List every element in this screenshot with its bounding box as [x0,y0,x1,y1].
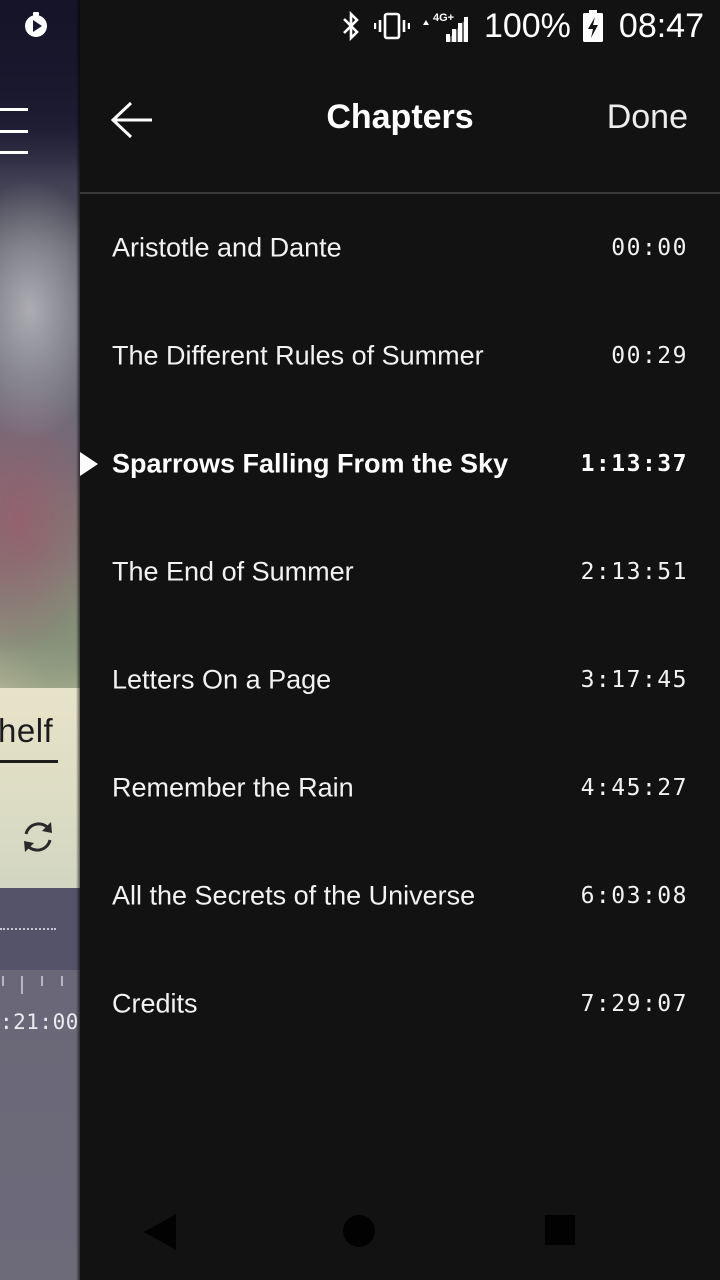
chapter-start-time: 3:17:45 [580,667,688,693]
shelf-tab-underline [0,760,58,763]
timeline-tick [61,976,63,986]
chapter-title: Remember the Rain [112,772,354,803]
status-clock: 08:47 [618,6,704,45]
chapter-title: All the Secrets of the Universe [112,880,476,911]
chapter-row[interactable]: Remember the Rain 4:45:27 [80,734,720,842]
done-button[interactable]: Done [607,98,688,137]
bluetooth-icon [343,11,359,41]
status-bar: 4G+ 100% 08:47 [80,0,720,52]
chapter-title: Credits [112,988,198,1019]
chapter-row[interactable]: Letters On a Page 3:17:45 [80,626,720,734]
chapter-row[interactable]: Aristotle and Dante 00:00 [80,194,720,302]
nav-home-icon[interactable] [342,1214,376,1248]
sync-icon[interactable] [20,818,56,856]
chapters-panel: Chapters Done Aristotle and Dante 00:00 Th… [80,52,720,1280]
timeline-time-readout: :21:00 [0,1010,79,1034]
vibrate-icon [373,12,410,40]
status-bar-right: 4G+ 100% 08:47 [340,0,704,52]
chapter-start-time: 00:00 [611,235,688,261]
chapter-title: Letters On a Page [112,664,332,695]
chapter-list: Aristotle and Dante 00:00 The Different Ru… [80,194,720,1058]
menu-icon[interactable] [0,108,28,156]
timeline-tick [21,976,23,994]
chapter-row[interactable]: Credits 7:29:07 [80,950,720,1058]
chapter-start-time: 00:29 [611,343,688,369]
chapter-start-time: 4:45:27 [580,775,688,801]
progress-dotted-line [0,928,56,930]
battery-charging-icon [582,10,603,42]
screen: helf :21:00 4G+ 100% 08:47 Chapters Done… [0,0,720,1280]
chapters-header: Chapters Done [80,52,720,192]
battery-percent: 100% [483,6,571,45]
chapter-row[interactable]: All the Secrets of the Universe 6:03:08 [80,842,720,950]
now-playing-icon [80,452,98,476]
system-nav-bar [80,1184,720,1280]
timeline-tick [2,976,4,986]
cellular-signal-icon: 4G+ [422,12,468,42]
timeline-tick [41,976,43,986]
chapter-title: Sparrows Falling From the Sky [112,448,509,479]
chapter-title: The Different Rules of Summer [112,340,484,371]
chapter-title: Aristotle and Dante [112,232,342,263]
app-notification-icon [25,12,47,37]
chapter-start-time: 2:13:51 [580,559,688,585]
nav-back-icon[interactable] [142,1214,178,1250]
network-type-label: 4G+ [433,12,454,24]
chapter-title: The End of Summer [112,556,354,587]
chapter-row[interactable]: The End of Summer 2:13:51 [80,518,720,626]
chapter-start-time: 1:13:37 [580,451,688,477]
chapter-row[interactable]: The Different Rules of Summer 00:29 [80,302,720,410]
chapter-start-time: 6:03:08 [580,883,688,909]
chapter-start-time: 7:29:07 [580,991,688,1017]
shelf-tab-label[interactable]: helf [0,712,53,750]
nav-recents-icon[interactable] [544,1214,576,1246]
chapter-row-current[interactable]: Sparrows Falling From the Sky 1:13:37 [80,410,720,518]
